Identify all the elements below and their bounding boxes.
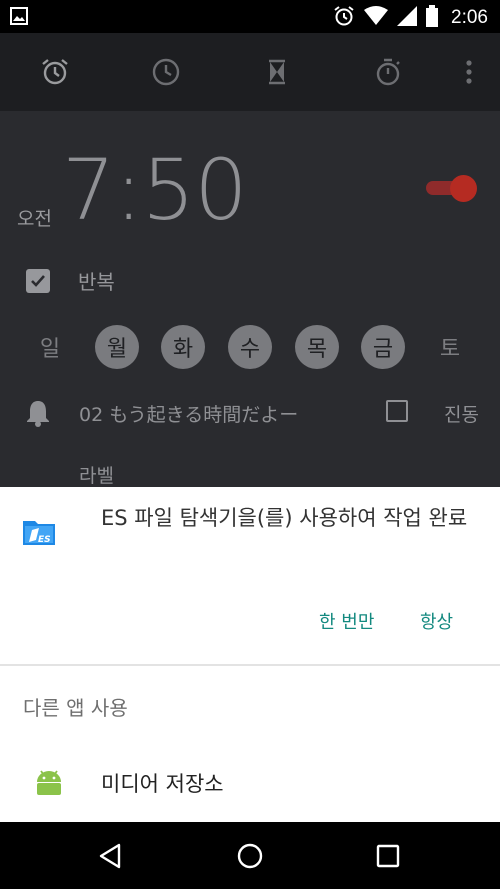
status-time: 2:06 <box>451 7 488 28</box>
repeat-row[interactable]: 반복 <box>26 266 115 295</box>
always-button[interactable]: 항상 <box>420 608 453 634</box>
timer-tab-icon[interactable] <box>260 55 294 89</box>
day-wednesday[interactable]: 수 <box>228 325 272 369</box>
app-item-media-storage[interactable]: 미디어 저장소 <box>101 768 224 798</box>
vibrate-checkbox[interactable] <box>386 400 408 422</box>
status-bar: 2:06 <box>0 0 500 33</box>
stopwatch-tab-icon[interactable] <box>371 55 405 89</box>
alarm-label-field[interactable]: 라벨 <box>79 461 114 488</box>
app-toolbar <box>0 33 500 111</box>
day-friday[interactable]: 금 <box>361 325 405 369</box>
ampm-label: 오전 <box>17 208 52 230</box>
chooser-title: ES 파일 탐색기을(를) 사용하여 작업 완료 <box>101 506 468 530</box>
home-icon[interactable] <box>233 839 267 873</box>
wifi-icon <box>364 6 389 30</box>
day-tuesday[interactable]: 화 <box>161 325 205 369</box>
android-icon[interactable] <box>34 767 64 801</box>
bell-icon <box>26 399 50 431</box>
day-thursday[interactable]: 목 <box>295 325 339 369</box>
alarm-card: 오전 7:50 반복 일 월 화 수 목 금 토 02 もう起きる時間だよー 진… <box>0 111 500 491</box>
app-chooser-sheet: ES ES 파일 탐색기을(를) 사용하여 작업 완료 한 번만 항상 다른 앱… <box>0 487 500 822</box>
toggle-thumb <box>450 175 477 202</box>
divider <box>0 664 500 666</box>
repeat-label: 반복 <box>78 270 115 294</box>
image-notification-icon <box>10 7 28 29</box>
svg-text:ES: ES <box>38 535 51 545</box>
alarm-status-icon <box>333 5 355 31</box>
day-sunday[interactable]: 일 <box>28 325 72 369</box>
alarm-toggle[interactable] <box>426 175 478 202</box>
ringtone-row: 02 もう起きる時間だよー 진동 <box>0 394 500 430</box>
just-once-button[interactable]: 한 번만 <box>319 608 374 634</box>
repeat-checkbox[interactable] <box>26 268 50 293</box>
alarm-time[interactable]: 7:50 <box>62 141 248 239</box>
navigation-bar <box>0 822 500 889</box>
clock-tab-icon[interactable] <box>149 55 183 89</box>
day-saturday[interactable]: 토 <box>428 325 472 369</box>
other-apps-title: 다른 앱 사용 <box>23 696 128 720</box>
ringtone-name[interactable]: 02 もう起きる時間だよー <box>79 400 298 427</box>
back-icon[interactable] <box>93 839 127 873</box>
battery-icon <box>426 5 439 31</box>
day-monday[interactable]: 월 <box>95 325 139 369</box>
overflow-menu-icon[interactable] <box>452 55 486 89</box>
es-file-explorer-icon: ES <box>22 515 56 551</box>
recents-icon[interactable] <box>371 839 405 873</box>
check-icon <box>31 274 45 287</box>
vibrate-label: 진동 <box>444 404 479 426</box>
alarm-tab-icon[interactable] <box>38 55 72 89</box>
signal-icon <box>397 6 418 30</box>
